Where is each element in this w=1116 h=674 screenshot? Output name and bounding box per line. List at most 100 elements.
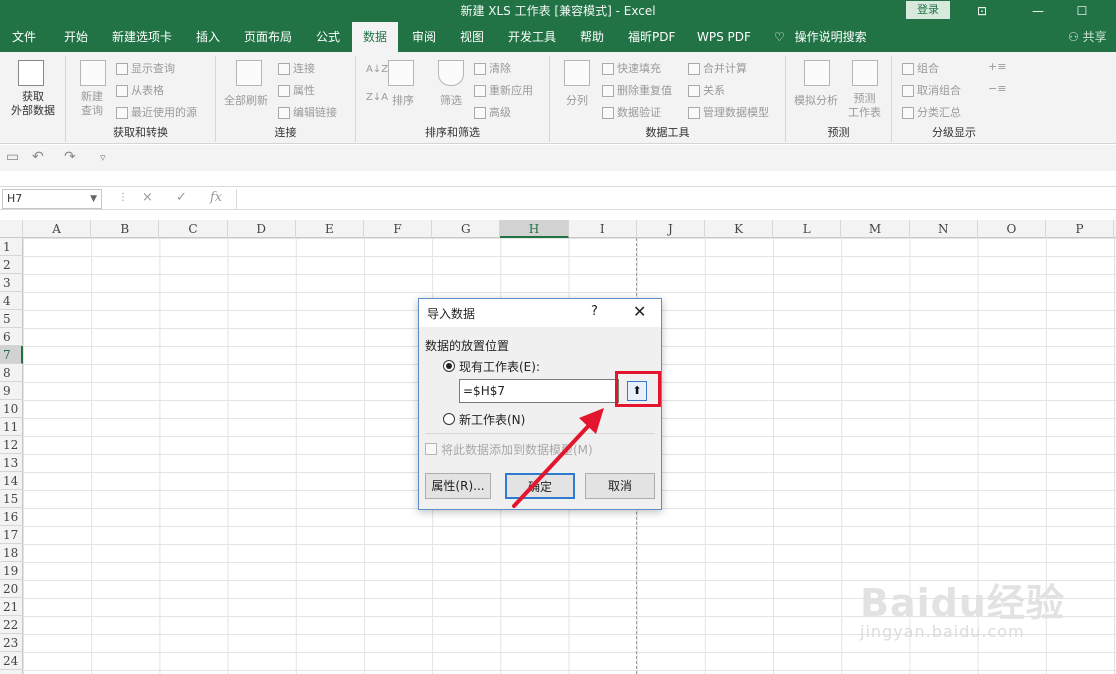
column-header-h[interactable]: H (500, 220, 569, 238)
tab-file[interactable]: 文件 (12, 22, 36, 52)
column-header-b[interactable]: B (91, 220, 160, 238)
insert-function-icon[interactable]: fx (210, 190, 222, 205)
redo-icon[interactable]: ↷ (64, 149, 76, 165)
column-header-g[interactable]: G (432, 220, 501, 238)
column-header-p[interactable]: P (1046, 220, 1115, 238)
remove-duplicates-button[interactable]: 删除重复值 (602, 82, 672, 98)
maximize-button[interactable]: ☐ (1060, 0, 1104, 22)
new-query-button[interactable]: 新建 查询 (72, 90, 112, 118)
tab-new-tab[interactable]: 新建选项卡 (112, 22, 172, 52)
recent-sources-button[interactable]: 最近使用的源 (116, 104, 197, 120)
row-header-13[interactable]: 13 (0, 454, 23, 472)
close-icon[interactable]: ✕ (633, 302, 646, 321)
new-sheet-radio[interactable] (443, 413, 455, 425)
row-header-6[interactable]: 6 (0, 328, 23, 346)
tab-page-layout[interactable]: 页面布局 (244, 22, 292, 52)
tab-wps-pdf[interactable]: WPS PDF (697, 22, 751, 52)
column-header-o[interactable]: O (978, 220, 1046, 238)
tab-data[interactable]: 数据 (352, 22, 398, 52)
clear-filter-button[interactable]: 清除 (474, 60, 511, 76)
row-header-15[interactable]: 15 (0, 490, 23, 508)
text-to-columns-button[interactable]: 分列 (566, 92, 588, 108)
row-header-20[interactable]: 20 (0, 580, 23, 598)
column-header-f[interactable]: F (364, 220, 433, 238)
properties-button[interactable]: 属性(R)... (425, 473, 491, 499)
row-header-24[interactable]: 24 (0, 652, 23, 670)
login-button[interactable]: 登录 (906, 1, 950, 19)
cancel-entry-icon[interactable]: × (142, 190, 153, 205)
row-header-19[interactable]: 19 (0, 562, 23, 580)
sort-button[interactable]: 排序 (392, 92, 414, 108)
what-if-analysis-button[interactable]: 模拟分析 (794, 92, 838, 108)
advanced-filter-button[interactable]: 高级 (474, 104, 511, 120)
column-header-j[interactable]: J (637, 220, 705, 238)
row-header-3[interactable]: 3 (0, 274, 23, 292)
tab-review[interactable]: 审阅 (412, 22, 436, 52)
consolidate-button[interactable]: 合并计算 (688, 60, 747, 76)
column-header-n[interactable]: N (910, 220, 978, 238)
data-validation-button[interactable]: 数据验证 (602, 104, 661, 120)
tab-foxit-pdf[interactable]: 福昕PDF (628, 22, 675, 52)
row-header-8[interactable]: 8 (0, 364, 23, 382)
tab-home[interactable]: 开始 (64, 22, 88, 52)
tab-formulas[interactable]: 公式 (316, 22, 340, 52)
row-header-2[interactable]: 2 (0, 256, 23, 274)
relationships-button[interactable]: 关系 (688, 82, 725, 98)
subtotal-button[interactable]: 分类汇总 (902, 104, 961, 120)
cell-reference-input[interactable]: =$H$7 (459, 379, 619, 403)
ribbon-display-options-button[interactable]: ⊡ (960, 0, 1004, 22)
save-icon[interactable]: ▭ (6, 149, 19, 165)
column-header-d[interactable]: D (228, 220, 296, 238)
row-header-14[interactable]: 14 (0, 472, 23, 490)
tab-view[interactable]: 视图 (460, 22, 484, 52)
group-button[interactable]: 组合 (902, 60, 939, 76)
column-header-a[interactable]: A (23, 220, 92, 238)
row-header-17[interactable]: 17 (0, 526, 23, 544)
tab-help[interactable]: 帮助 (580, 22, 604, 52)
edit-links-button[interactable]: 编辑链接 (278, 104, 337, 120)
tell-me-search[interactable]: ♡ 操作说明搜索 (774, 22, 867, 52)
hide-detail-icon[interactable]: −≡ (988, 82, 1006, 95)
row-header-4[interactable]: 4 (0, 292, 23, 310)
row-header-1[interactable]: 1 (0, 238, 23, 256)
share-button[interactable]: ⚇ 共享 (1068, 22, 1107, 52)
row-header-16[interactable]: 16 (0, 508, 23, 526)
column-header-l[interactable]: L (773, 220, 842, 238)
column-header-k[interactable]: K (705, 220, 774, 238)
refresh-all-button[interactable]: 全部刷新 (224, 92, 268, 108)
undo-icon[interactable]: ↶ (32, 149, 44, 165)
ungroup-button[interactable]: 取消组合 (902, 82, 961, 98)
filter-button[interactable]: 筛选 (440, 92, 462, 108)
row-header-10[interactable]: 10 (0, 400, 23, 418)
row-header-9[interactable]: 9 (0, 382, 23, 400)
row-header-12[interactable]: 12 (0, 436, 23, 454)
show-queries-button[interactable]: 显示查询 (116, 60, 175, 76)
row-header-5[interactable]: 5 (0, 310, 23, 328)
properties-button[interactable]: 属性 (278, 82, 315, 98)
row-header-23[interactable]: 23 (0, 634, 23, 652)
reapply-button[interactable]: 重新应用 (474, 82, 533, 98)
select-all-corner[interactable] (0, 220, 23, 238)
manage-data-model-button[interactable]: 管理数据模型 (688, 104, 769, 120)
row-header-22[interactable]: 22 (0, 616, 23, 634)
row-header-7[interactable]: 7 (0, 346, 23, 364)
minimize-button[interactable]: — (1016, 0, 1060, 22)
cancel-button[interactable]: 取消 (585, 473, 655, 499)
row-header-18[interactable]: 18 (0, 544, 23, 562)
column-header-m[interactable]: M (841, 220, 910, 238)
tab-developer[interactable]: 开发工具 (508, 22, 556, 52)
enter-icon[interactable]: ✓ (176, 190, 187, 205)
tab-insert[interactable]: 插入 (196, 22, 220, 52)
row-header-21[interactable]: 21 (0, 598, 23, 616)
sort-az-icon[interactable]: A↓Z (366, 64, 388, 75)
customize-qat-icon[interactable]: ▿ (100, 151, 106, 164)
flash-fill-button[interactable]: 快速填充 (602, 60, 661, 76)
column-header-e[interactable]: E (296, 220, 364, 238)
ok-button[interactable]: 确定 (505, 473, 575, 499)
existing-sheet-radio[interactable] (443, 360, 455, 372)
column-header-c[interactable]: C (159, 220, 228, 238)
help-icon[interactable]: ? (591, 304, 598, 319)
connections-button[interactable]: 连接 (278, 60, 315, 76)
sort-za-icon[interactable]: Z↓A (366, 92, 388, 103)
forecast-sheet-button[interactable]: 预测 工作表 (848, 92, 881, 120)
